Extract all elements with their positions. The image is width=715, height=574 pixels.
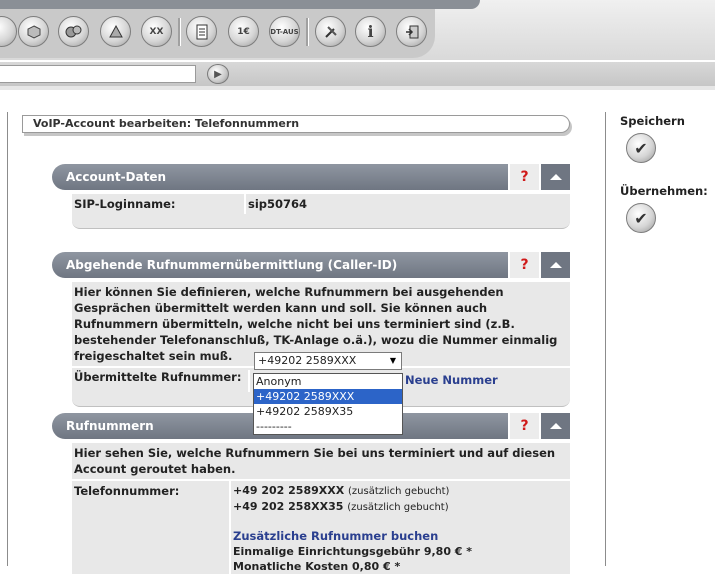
dropdown-option[interactable]: Anonym — [254, 374, 402, 389]
section-footer — [72, 214, 570, 229]
toolbar-separator — [306, 18, 309, 46]
book-number-link[interactable]: Zusätzliche Rufnummer buchen — [233, 529, 472, 544]
dropdown-option[interactable]: --------- — [254, 419, 402, 434]
phone-note: (zusätzlich gebucht) — [347, 502, 449, 513]
toolbar-separator — [178, 18, 181, 46]
sip-login-label: SIP-Loginname: — [72, 194, 246, 214]
info-icon[interactable]: i — [355, 16, 386, 47]
section-body: Hier sehen Sie, welche Rufnummern Sie be… — [72, 443, 570, 574]
help-button[interactable]: ? — [508, 252, 539, 278]
phone-values: +49 202 2589XXX (zusätzlich gebucht) +49… — [231, 481, 472, 574]
cubes-icon[interactable] — [58, 16, 89, 47]
dt-aus-label: DT-AUS — [270, 27, 299, 36]
cube-icon[interactable] — [18, 16, 49, 47]
sip-login-row: SIP-Loginname: sip50764 — [72, 194, 570, 214]
section-numbers: Rufnummern ? Hier sehen Sie, welche Rufn… — [52, 413, 570, 574]
sip-login-value: sip50764 — [248, 197, 308, 211]
content-border-right — [605, 112, 606, 566]
divider — [0, 86, 715, 90]
monthly-fee: Monatliche Kosten 0,80 € * — [233, 560, 401, 573]
document-euro-icon[interactable]: 1€ — [228, 16, 259, 47]
chevron-down-icon[interactable]: ▼ — [385, 353, 401, 369]
checkmark-icon: ✔ — [634, 138, 648, 158]
car-xx-icon[interactable]: XX — [141, 16, 172, 47]
setup-fee: Einmalige Einrichtungsgebühr 9,80 € * — [233, 545, 473, 558]
logout-icon[interactable] — [396, 16, 427, 47]
car-xx-label: XX — [149, 26, 164, 37]
document-euro-label: 1€ — [237, 26, 250, 37]
save-label: Speichern — [620, 114, 685, 128]
collapse-button[interactable] — [539, 252, 570, 278]
callerid-select[interactable]: +49202 2589XXX ▼ — [254, 352, 402, 370]
save-button[interactable]: ✔ — [626, 133, 656, 163]
document-list-icon[interactable] — [186, 16, 217, 47]
collapse-button[interactable] — [539, 164, 570, 190]
pyramid-icon[interactable] — [100, 16, 131, 47]
new-number-link[interactable]: Neue Nummer — [405, 373, 498, 387]
collapse-button[interactable] — [539, 413, 570, 439]
phone-row: Telefonnummer: +49 202 2589XXX (zusätzli… — [72, 481, 570, 574]
callerid-number-label: Übermittelte Rufnummer: — [74, 370, 250, 392]
help-button[interactable]: ? — [508, 413, 539, 439]
section-header: Account-Daten ? — [52, 164, 570, 190]
callerid-dropdown-list: Anonym +49202 2589XXX +49202 2589X35 ---… — [253, 373, 403, 435]
apply-label: Übernehmen: — [620, 184, 708, 198]
checkmark-icon: ✔ — [634, 208, 648, 228]
section-body: SIP-Loginname: sip50764 — [72, 194, 570, 214]
triangle-up-icon — [549, 423, 562, 429]
apply-button[interactable]: ✔ — [626, 203, 656, 233]
section-title: Account-Daten — [66, 170, 167, 184]
page-title: VoIP-Account bearbeiten: Telefonnummern — [22, 115, 570, 133]
phone-number: +49 202 258XX35 — [233, 500, 344, 513]
phone-entry: +49 202 258XX35 (zusätzlich gebucht) — [233, 499, 472, 515]
phone-note: (zusätzlich gebucht) — [348, 486, 450, 497]
callerid-selected-value: +49202 2589XXX — [258, 354, 357, 367]
tools-icon[interactable] — [315, 16, 346, 47]
info-label: i — [367, 22, 374, 41]
triangle-up-icon — [549, 262, 562, 268]
toolbar-top-bar — [0, 0, 480, 9]
numbers-description: Hier sehen Sie, welche Rufnummern Sie be… — [74, 446, 556, 476]
triangle-up-icon — [549, 174, 562, 180]
section-header: Abgehende Rufnummernübermittlung (Caller… — [52, 252, 570, 278]
phone-number: +49 202 2589XXX — [233, 484, 345, 497]
section-title: Rufnummern — [66, 419, 154, 433]
content-border-left — [7, 112, 8, 566]
dropdown-option-selected[interactable]: +49202 2589XXX — [254, 389, 402, 404]
phone-label: Telefonnummer: — [72, 481, 231, 574]
section-title: Abgehende Rufnummernübermittlung (Caller… — [66, 258, 398, 272]
search-input[interactable] — [0, 65, 196, 83]
play-icon[interactable]: ▶ — [207, 64, 229, 84]
help-button[interactable]: ? — [508, 164, 539, 190]
phone-entry: +49 202 2589XXX (zusätzlich gebucht) — [233, 483, 472, 499]
dt-aus-icon[interactable]: DT-AUS — [269, 16, 300, 47]
section-account: Account-Daten ? SIP-Loginname: sip50764 — [52, 164, 570, 229]
dropdown-option[interactable]: +49202 2589X35 — [254, 404, 402, 419]
